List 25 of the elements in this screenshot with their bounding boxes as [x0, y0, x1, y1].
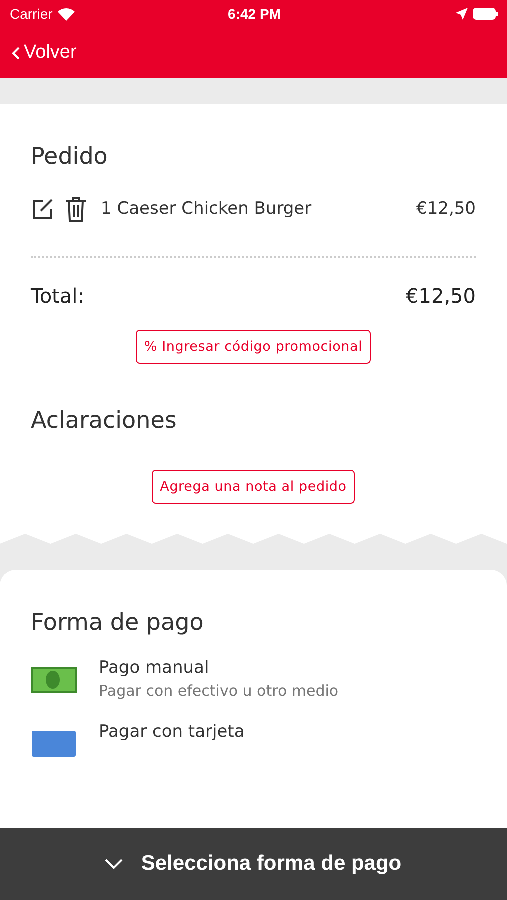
- item-price: €12,50: [416, 199, 476, 219]
- add-note-button[interactable]: Agrega una nota al pedido: [152, 470, 355, 504]
- wifi-icon: [58, 8, 75, 20]
- total-amount: €12,50: [406, 284, 476, 308]
- section-title: Aclaraciones: [31, 408, 178, 434]
- payment-method-title[interactable]: Pagar con tarjeta: [99, 722, 245, 742]
- battery-icon: [472, 8, 499, 20]
- trash-icon[interactable]: [65, 196, 87, 222]
- section-title: Forma de pago: [31, 610, 205, 636]
- location-arrow-icon: [456, 8, 468, 20]
- edit-icon[interactable]: [31, 197, 55, 221]
- total-label: Total:: [31, 284, 84, 308]
- payment-method-subtitle: Pagar con efectivo u otro medio: [99, 682, 339, 700]
- item-name: 1 Caeser Chicken Burger: [101, 199, 313, 219]
- section-title: Pedido: [31, 144, 109, 170]
- banknote-icon: [31, 666, 77, 694]
- chevron-down-icon: [105, 858, 124, 870]
- credit-card-icon: [31, 730, 77, 758]
- payment-method-title[interactable]: Pago manual: [99, 658, 339, 678]
- promo-code-button[interactable]: % Ingresar código promocional: [136, 330, 371, 364]
- back-link[interactable]: Volver: [12, 42, 77, 64]
- select-payment-button[interactable]: Selecciona forma de pago: [0, 828, 507, 900]
- carrier-label: Carrier: [10, 6, 53, 22]
- clock-time: 6:42 PM: [228, 6, 281, 22]
- chevron-left-icon: [12, 46, 20, 60]
